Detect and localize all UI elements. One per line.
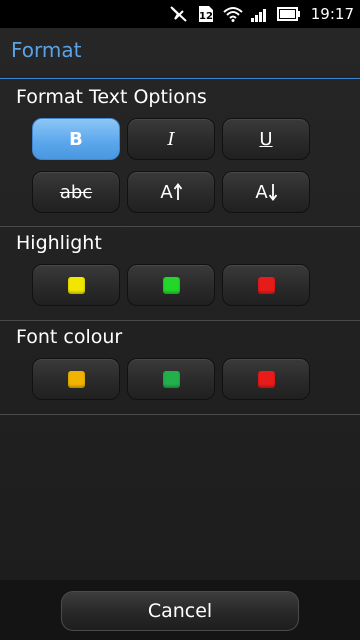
orange-swatch (67, 370, 85, 388)
underline-label: U (259, 128, 273, 150)
font-colour-green-button[interactable] (127, 358, 215, 400)
signal-icon (250, 6, 269, 22)
italic-button[interactable]: I (127, 118, 215, 160)
yellow-swatch (67, 276, 85, 294)
green-swatch (162, 276, 180, 294)
arrow-down-icon (268, 184, 277, 201)
red-swatch (257, 370, 275, 388)
strikethrough-button[interactable]: abc (32, 171, 120, 213)
font-colour-label: Font colour (16, 326, 123, 348)
decrease-font-size-button[interactable]: A (222, 171, 310, 213)
italic-label: I (167, 128, 175, 150)
cancel-button[interactable]: Cancel (61, 591, 299, 631)
format-dialog: Format Format Text Options B I U abc A A (0, 28, 360, 580)
bold-label: B (69, 128, 83, 150)
title-divider (0, 78, 360, 79)
wifi-icon (223, 6, 243, 22)
underline-button[interactable]: U (222, 118, 310, 160)
strikethrough-label: abc (59, 181, 93, 203)
highlight-yellow-button[interactable] (32, 264, 120, 306)
section-divider (0, 226, 360, 227)
battery-icon (276, 7, 301, 21)
sim-label: 12 (199, 11, 213, 22)
bold-button[interactable]: B (32, 118, 120, 160)
red-swatch (257, 276, 275, 294)
section-divider (0, 320, 360, 321)
arrow-up-icon (173, 183, 182, 200)
green-swatch (162, 370, 180, 388)
highlight-red-button[interactable] (222, 264, 310, 306)
font-colour-red-button[interactable] (222, 358, 310, 400)
decrease-size-label: A (255, 181, 268, 203)
mute-icon (169, 5, 189, 23)
cancel-label: Cancel (147, 600, 213, 622)
dialog-title: Format (11, 38, 82, 62)
highlight-green-button[interactable] (127, 264, 215, 306)
section-divider (0, 414, 360, 415)
status-bar: 12 19:17 (0, 0, 360, 28)
highlight-label: Highlight (16, 232, 102, 254)
increase-size-label: A (160, 181, 173, 203)
font-colour-orange-button[interactable] (32, 358, 120, 400)
format-text-options-label: Format Text Options (16, 86, 207, 108)
sim-icon: 12 (197, 5, 215, 23)
clock-time: 19:17 (310, 5, 354, 23)
increase-font-size-button[interactable]: A (127, 171, 215, 213)
